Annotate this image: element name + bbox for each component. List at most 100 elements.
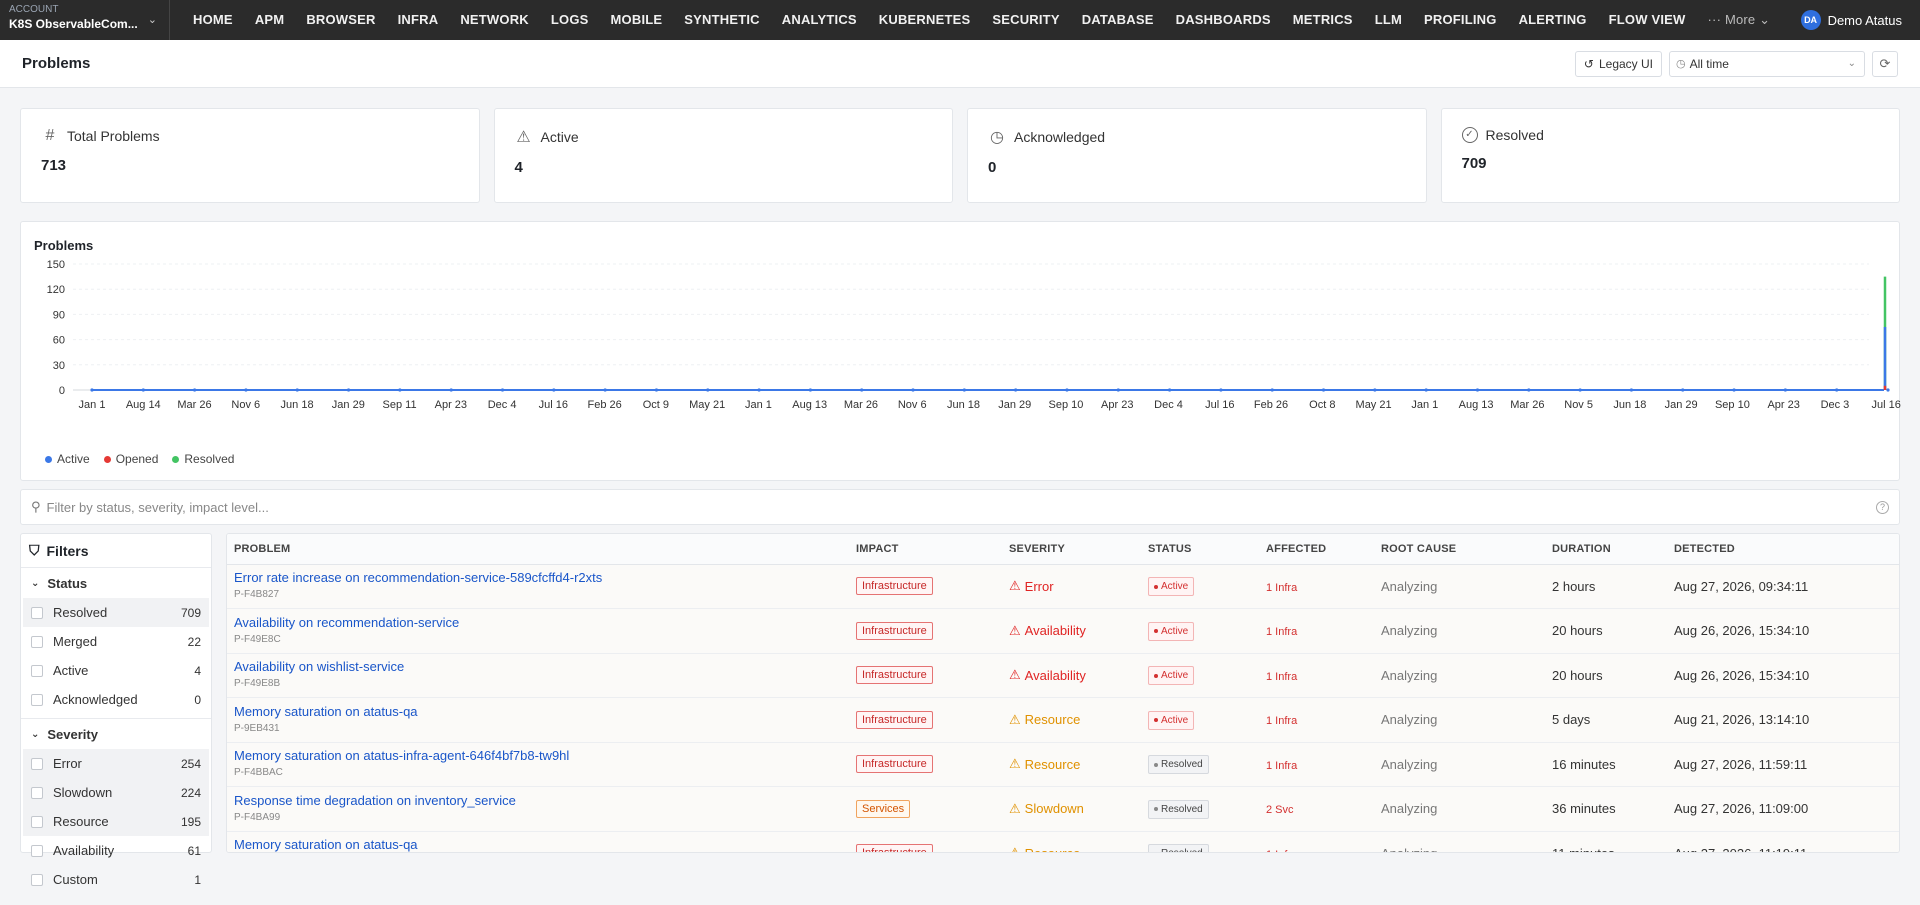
stat-card-active[interactable]: ⚠ Active 4 bbox=[493, 108, 953, 203]
column-header-problem[interactable]: PROBLEM bbox=[227, 534, 849, 565]
filter-status-active[interactable]: Active 4 bbox=[23, 656, 209, 685]
legend-item-active[interactable]: Active bbox=[45, 452, 90, 466]
nav-item-database[interactable]: DATABASE bbox=[1071, 0, 1165, 40]
filter-severity-custom[interactable]: Custom 1 bbox=[23, 865, 209, 894]
affected-count[interactable]: 1 Infra bbox=[1266, 626, 1297, 638]
warning-icon: ⚠ bbox=[1009, 578, 1021, 594]
user-menu[interactable]: DA Demo Atatus bbox=[1800, 10, 1920, 30]
series-point-active bbox=[1681, 388, 1685, 392]
status-group-title[interactable]: ⌄ Status bbox=[21, 568, 211, 598]
nav-item-metrics[interactable]: METRICS bbox=[1282, 0, 1364, 40]
column-header-status[interactable]: STATUS bbox=[1141, 534, 1259, 565]
filter-severity-slowdown[interactable]: Slowdown 224 bbox=[23, 778, 209, 807]
impact-tag: Infrastructure bbox=[856, 666, 933, 685]
filter-status-resolved[interactable]: Resolved 709 bbox=[23, 598, 209, 627]
duration: 2 hours bbox=[1545, 564, 1667, 609]
series-point-active bbox=[1578, 388, 1582, 392]
clock-icon: ◷ bbox=[990, 129, 1004, 146]
x-tick-label: Sep 11 bbox=[383, 399, 417, 411]
problem-title-link[interactable]: Availability on recommendation-service bbox=[234, 615, 842, 631]
refresh-button[interactable]: ⟳ bbox=[1872, 50, 1898, 77]
table-row[interactable]: Availability on recommendation-service P-… bbox=[227, 608, 1899, 654]
nav-item-browser[interactable]: BROWSER bbox=[295, 0, 386, 40]
severity-group-title[interactable]: ⌄ Severity bbox=[21, 719, 211, 749]
filter-status-acknowledged[interactable]: Acknowledged 0 bbox=[23, 685, 209, 714]
nav-item-llm[interactable]: LLM bbox=[1364, 0, 1413, 40]
filter-severity-resource[interactable]: Resource 195 bbox=[23, 807, 209, 836]
column-header-root-cause[interactable]: ROOT CAUSE bbox=[1374, 534, 1545, 565]
nav-more-menu[interactable]: ··· More ⌄ bbox=[1697, 0, 1782, 40]
stat-card-resolved[interactable]: ✓ Resolved 709 bbox=[1440, 108, 1900, 203]
nav-item-home[interactable]: HOME bbox=[182, 0, 244, 40]
filter-bar[interactable]: ⚲ Filter by status, severity, impact lev… bbox=[20, 489, 1900, 525]
table-row[interactable]: Availability on wishlist-service P-F49E8B… bbox=[227, 653, 1899, 698]
affected-count[interactable]: 1 Infra bbox=[1266, 760, 1297, 772]
table-row[interactable]: Memory saturation on atatus-qaP-F4BAB5In… bbox=[227, 831, 1899, 852]
problem-title-link[interactable]: Error rate increase on recommendation-se… bbox=[234, 570, 842, 586]
nav-item-security[interactable]: SECURITY bbox=[981, 0, 1070, 40]
x-tick-label: Nov 6 bbox=[898, 399, 927, 411]
nav-item-logs[interactable]: LOGS bbox=[540, 0, 600, 40]
stat-card-total-problems[interactable]: # Total Problems 713 bbox=[20, 108, 480, 203]
filter-checkbox[interactable] bbox=[31, 786, 43, 799]
filter-checkbox[interactable] bbox=[31, 757, 43, 770]
filter-checkbox[interactable] bbox=[31, 844, 43, 857]
filter-checkbox[interactable] bbox=[31, 693, 43, 706]
problem-title-link[interactable]: Memory saturation on atatus-qa bbox=[234, 837, 842, 852]
series-point-active bbox=[706, 388, 710, 392]
filter-checkbox[interactable] bbox=[31, 873, 43, 886]
filter-checkbox[interactable] bbox=[31, 664, 43, 677]
table-row[interactable]: Memory saturation on atatus-infra-agent-… bbox=[227, 742, 1899, 787]
nav-item-dashboards[interactable]: DASHBOARDS bbox=[1165, 0, 1282, 40]
time-range-select[interactable]: ◷ All time ⌄ bbox=[1669, 50, 1865, 77]
table-row[interactable]: Response time degradation on inventory_s… bbox=[227, 786, 1899, 832]
legend-item-resolved[interactable]: Resolved bbox=[172, 452, 234, 466]
x-tick-label: Oct 9 bbox=[643, 399, 669, 411]
series-point-active bbox=[552, 388, 556, 392]
problem-title-link[interactable]: Availability on wishlist-service bbox=[234, 659, 842, 675]
filter-severity-availability[interactable]: Availability 61 bbox=[23, 836, 209, 865]
legacy-ui-button[interactable]: ↺ Legacy UI bbox=[1574, 50, 1662, 77]
nav-item-synthetic[interactable]: SYNTHETIC bbox=[673, 0, 770, 40]
warning-icon: ⚠ bbox=[1009, 667, 1021, 683]
table-row[interactable]: Memory saturation on atatus-qa P-9EB431 In… bbox=[227, 697, 1899, 743]
nav-item-apm[interactable]: APM bbox=[244, 0, 296, 40]
filter-placeholder[interactable]: Filter by status, severity, impact level… bbox=[47, 500, 269, 515]
nav-item-kubernetes[interactable]: KUBERNETES bbox=[868, 0, 982, 40]
affected-count[interactable]: 1 Infra bbox=[1266, 849, 1297, 852]
nav-item-network[interactable]: NETWORK bbox=[449, 0, 540, 40]
column-header-affected[interactable]: AFFECTED bbox=[1259, 534, 1374, 565]
column-header-duration[interactable]: DURATION bbox=[1545, 534, 1667, 565]
nav-item-mobile[interactable]: MOBILE bbox=[600, 0, 674, 40]
filter-checkbox[interactable] bbox=[31, 815, 43, 828]
account-switcher[interactable]: ACCOUNT K8S ObservableCom... ⌄ bbox=[0, 0, 170, 40]
problem-title-link[interactable]: Memory saturation on atatus-qa bbox=[234, 704, 842, 720]
affected-count[interactable]: 1 Infra bbox=[1266, 582, 1297, 594]
affected-count[interactable]: 1 Infra bbox=[1266, 715, 1297, 727]
filter-severity-error[interactable]: Error 254 bbox=[23, 749, 209, 778]
nav-item-infra[interactable]: INFRA bbox=[387, 0, 450, 40]
problem-title-link[interactable]: Memory saturation on atatus-infra-agent-… bbox=[234, 748, 842, 764]
filter-label: Slowdown bbox=[53, 785, 113, 800]
problem-title-link[interactable]: Response time degradation on inventory_s… bbox=[234, 793, 842, 809]
affected-count[interactable]: 2 Svc bbox=[1266, 804, 1294, 816]
filter-status-merged[interactable]: Merged 22 bbox=[23, 627, 209, 656]
legend-item-opened[interactable]: Opened bbox=[103, 452, 158, 466]
filter-checkbox[interactable] bbox=[31, 635, 43, 648]
affected-count[interactable]: 1 Infra bbox=[1266, 671, 1297, 683]
stat-card-acknowledged[interactable]: ◷ Acknowledged 0 bbox=[967, 108, 1427, 203]
filter-checkbox[interactable] bbox=[31, 606, 43, 619]
column-header-impact[interactable]: IMPACT bbox=[849, 534, 1002, 565]
nav-item-analytics[interactable]: ANALYTICS bbox=[771, 0, 868, 40]
help-icon[interactable]: ? bbox=[1876, 500, 1889, 514]
severity-indicator: ⚠ Slowdown bbox=[1009, 801, 1134, 817]
status-label: Active bbox=[1161, 625, 1189, 637]
nav-item-alerting[interactable]: ALERTING bbox=[1508, 0, 1598, 40]
legend-dot bbox=[103, 455, 111, 463]
column-header-detected[interactable]: DETECTED bbox=[1667, 534, 1899, 565]
nav-item-flow-view[interactable]: FLOW VIEW bbox=[1598, 0, 1697, 40]
column-header-severity[interactable]: SEVERITY bbox=[1002, 534, 1141, 565]
filters-title: Filters bbox=[46, 542, 89, 559]
table-row[interactable]: Error rate increase on recommendation-se… bbox=[227, 564, 1899, 609]
nav-item-profiling[interactable]: PROFILING bbox=[1413, 0, 1508, 40]
